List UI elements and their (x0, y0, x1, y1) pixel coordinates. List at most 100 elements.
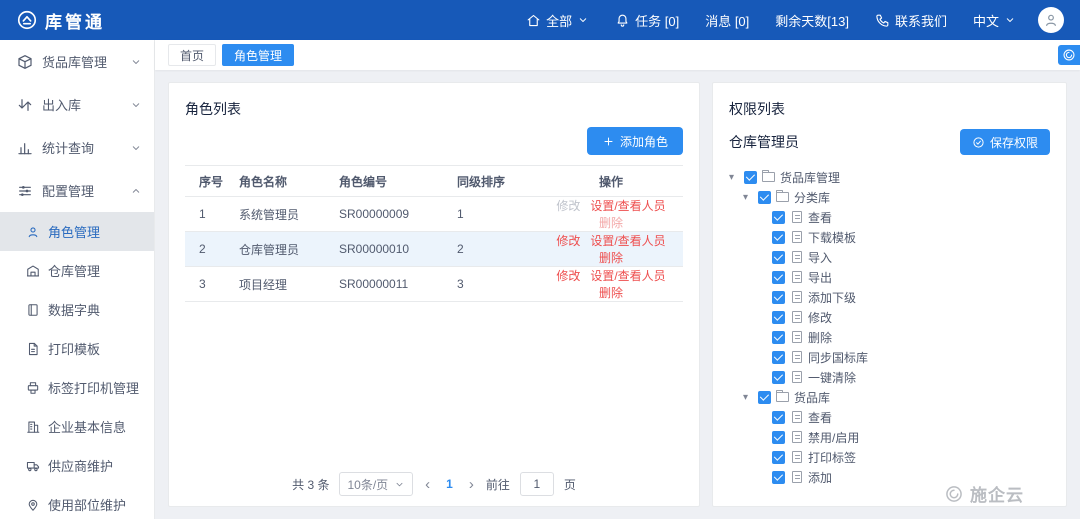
messages-button[interactable]: 消息 [0] (705, 11, 749, 30)
edit-role-link[interactable]: 修改 (556, 269, 580, 283)
delete-role-link[interactable]: 删除 (599, 286, 623, 300)
contact-button[interactable]: 联系我们 (875, 11, 947, 30)
sidebar-group[interactable]: 统计查询 (0, 126, 154, 169)
tree-node: 添加下级 (729, 287, 1050, 307)
caret-icon[interactable]: ▾ (729, 172, 744, 183)
sidebar-item[interactable]: 企业基本信息 (0, 407, 154, 446)
tree-node-label[interactable]: 查看 (808, 209, 832, 226)
tab-label: 首页 (180, 47, 204, 64)
folder-icon (776, 192, 789, 202)
tree-node-label[interactable]: 分类库 (794, 189, 830, 206)
save-permissions-button[interactable]: 保存权限 (960, 129, 1050, 155)
tree-node-label[interactable]: 查看 (808, 409, 832, 426)
floating-logo-button[interactable] (1058, 45, 1080, 65)
sidebar-item[interactable]: 打印模板 (0, 329, 154, 368)
checkbox[interactable] (772, 231, 785, 244)
pin-icon (26, 498, 40, 512)
edit-role-link[interactable]: 修改 (556, 234, 580, 248)
sidebar-item-label: 标签打印机管理 (48, 378, 139, 397)
file-icon (792, 451, 802, 463)
sidebar-item-label: 企业基本信息 (48, 417, 126, 436)
tree-node-label[interactable]: 一键清除 (808, 369, 856, 386)
tree-node-label[interactable]: 禁用/启用 (808, 429, 859, 446)
checkbox[interactable] (772, 331, 785, 344)
selected-role-name: 仓库管理员 (729, 132, 799, 152)
goto-page-input[interactable] (520, 472, 554, 496)
tree-node: ▾ 分类库 (729, 187, 1050, 207)
sidebar-item[interactable]: 标签打印机管理 (0, 368, 154, 407)
checkbox[interactable] (772, 411, 785, 424)
tree-node-label[interactable]: 打印标签 (808, 449, 856, 466)
tab-item[interactable]: 首页 (168, 44, 216, 66)
tree-node: 导入 (729, 247, 1050, 267)
table-row[interactable]: 3项目经理SR000000113修改设置/查看人员删除 (185, 267, 683, 302)
tree-node-label[interactable]: 同步国标库 (808, 349, 868, 366)
checkbox[interactable] (772, 351, 785, 364)
tree-node-label[interactable]: 货品库 (794, 389, 830, 406)
tree-node: ▾ 货品库 (729, 387, 1050, 407)
file-icon (792, 231, 802, 243)
delete-role-link[interactable]: 删除 (599, 251, 623, 265)
delete-role-link[interactable]: 删除 (599, 216, 623, 230)
sidebar-item[interactable]: 数据字典 (0, 290, 154, 329)
set-view-members-link[interactable]: 设置/查看人员 (590, 199, 665, 213)
folder-icon (776, 392, 789, 402)
tree-node-label[interactable]: 添加 (808, 469, 832, 486)
checkbox[interactable] (744, 171, 757, 184)
tree-node-label[interactable]: 导出 (808, 269, 832, 286)
sidebar-item-label: 使用部位维护 (48, 495, 126, 514)
add-role-button[interactable]: 添加角色 (587, 127, 683, 155)
page-size-select[interactable]: 10条/页 (339, 472, 413, 496)
current-page[interactable]: 1 (442, 477, 457, 491)
tree-node-label[interactable]: 导入 (808, 249, 832, 266)
set-view-members-link[interactable]: 设置/查看人员 (590, 234, 665, 248)
tree-node-label[interactable]: 删除 (808, 329, 832, 346)
table-row[interactable]: 2仓库管理员SR000000102修改设置/查看人员删除 (185, 232, 683, 267)
language-select[interactable]: 中文 (973, 11, 1016, 30)
edit-role-link[interactable]: 修改 (556, 199, 580, 213)
checkbox[interactable] (772, 371, 785, 384)
checkbox[interactable] (758, 391, 771, 404)
prev-page-button[interactable]: ‹ (423, 476, 432, 493)
save-permissions-label: 保存权限 (990, 134, 1038, 151)
checkbox[interactable] (772, 211, 785, 224)
sidebar-item-label: 角色管理 (48, 222, 100, 241)
sidebar-group[interactable]: 货品库管理 (0, 40, 154, 83)
checkbox[interactable] (772, 291, 785, 304)
tree-node-label[interactable]: 下载模板 (808, 229, 856, 246)
tasks-button[interactable]: 任务 [0] (615, 11, 679, 30)
checkbox[interactable] (772, 271, 785, 284)
sidebar-group-label: 出入库 (42, 95, 81, 114)
sidebar-item[interactable]: 仓库管理 (0, 251, 154, 290)
table-row[interactable]: 1系统管理员SR000000091修改设置/查看人员删除 (185, 197, 683, 232)
checkbox[interactable] (772, 471, 785, 484)
scope-select[interactable]: 全部 (526, 11, 589, 30)
cell-seq: 1 (185, 197, 233, 232)
file-icon (792, 371, 802, 383)
sidebar-item[interactable]: 供应商维护 (0, 446, 154, 485)
app-title: 库管通 (45, 8, 105, 33)
checkbox[interactable] (772, 431, 785, 444)
sidebar: 货品库管理出入库统计查询配置管理角色管理仓库管理数据字典打印模板标签打印机管理企… (0, 40, 155, 519)
book-icon (26, 303, 40, 317)
checkbox[interactable] (758, 191, 771, 204)
sidebar-group[interactable]: 配置管理 (0, 169, 154, 212)
tab-label: 角色管理 (234, 47, 282, 64)
tree-node-label[interactable]: 货品库管理 (780, 169, 840, 186)
contact-label: 联系我们 (895, 11, 947, 30)
checkbox[interactable] (772, 311, 785, 324)
tree-node-label[interactable]: 修改 (808, 309, 832, 326)
checkbox[interactable] (772, 451, 785, 464)
sidebar-item[interactable]: 使用部位维护 (0, 485, 154, 519)
sidebar-group[interactable]: 出入库 (0, 83, 154, 126)
avatar[interactable] (1038, 7, 1064, 33)
tree-node-label[interactable]: 添加下级 (808, 289, 856, 306)
checkbox[interactable] (772, 251, 785, 264)
tree-node: 查看 (729, 407, 1050, 427)
caret-icon[interactable]: ▾ (743, 192, 758, 203)
set-view-members-link[interactable]: 设置/查看人员 (590, 269, 665, 283)
sidebar-item[interactable]: 角色管理 (0, 212, 154, 251)
tab-item[interactable]: 角色管理 (222, 44, 294, 66)
next-page-button[interactable]: › (467, 476, 476, 493)
caret-icon[interactable]: ▾ (743, 392, 758, 403)
